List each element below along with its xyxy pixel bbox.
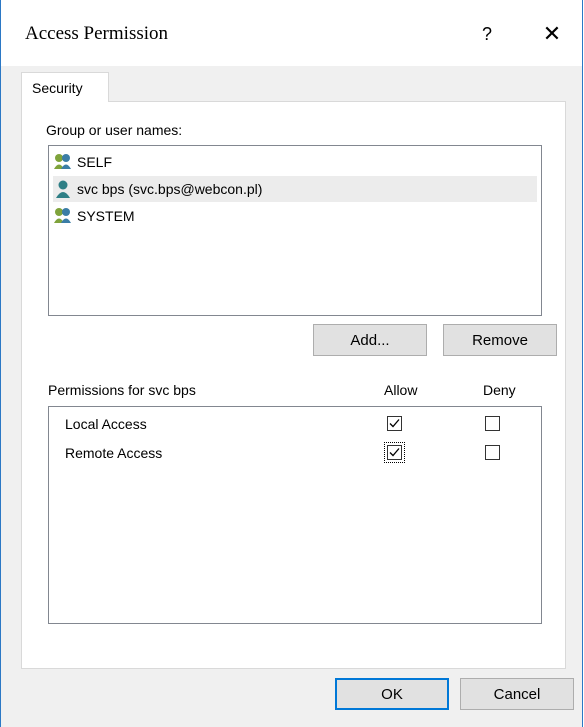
allow-column-header: Allow: [384, 382, 418, 398]
access-permission-dialog: Access Permission ? ✕ Security Group or …: [0, 0, 583, 727]
user-name: svc bps (svc.bps@webcon.pl): [77, 181, 263, 197]
allow-checkbox[interactable]: [387, 416, 402, 431]
user-listbox[interactable]: SELF svc bps (svc.bps@webcon.pl) SYSTEM: [48, 145, 542, 316]
permissions-label: Permissions for svc bps: [48, 382, 196, 398]
permission-row: Remote Access: [49, 442, 541, 466]
close-button[interactable]: ✕: [528, 14, 576, 54]
user-icon: [56, 180, 70, 198]
user-list-item[interactable]: svc bps (svc.bps@webcon.pl): [53, 176, 537, 202]
deny-checkbox[interactable]: [485, 445, 500, 460]
tab-security[interactable]: Security: [21, 72, 109, 102]
deny-column-header: Deny: [483, 382, 516, 398]
permission-name: Local Access: [65, 416, 147, 432]
group-icon: [54, 208, 71, 223]
deny-checkbox[interactable]: [485, 416, 500, 431]
security-tab-panel: Group or user names: SELF svc bps (svc.b…: [21, 101, 566, 669]
cancel-button[interactable]: Cancel: [460, 678, 574, 710]
window-title: Access Permission: [25, 23, 169, 44]
permission-row: Local Access: [49, 413, 541, 437]
permissions-listbox[interactable]: Local Access Remote Access: [48, 406, 542, 624]
user-name: SYSTEM: [77, 208, 135, 224]
user-name: SELF: [77, 154, 113, 170]
allow-checkbox[interactable]: [387, 445, 402, 460]
user-list-item[interactable]: SYSTEM: [53, 203, 537, 229]
help-button[interactable]: ?: [463, 14, 511, 54]
group-user-names-label: Group or user names:: [46, 122, 183, 138]
check-icon: [389, 419, 400, 428]
tab-security-label: Security: [32, 79, 83, 96]
group-icon: [54, 154, 71, 169]
remove-button[interactable]: Remove: [443, 324, 557, 356]
user-list-item[interactable]: SELF: [53, 149, 537, 175]
check-icon: [389, 448, 400, 457]
add-button[interactable]: Add...: [313, 324, 427, 356]
close-icon: ✕: [542, 21, 562, 46]
title-bar[interactable]: Access Permission ? ✕: [1, 0, 582, 66]
permission-name: Remote Access: [65, 445, 163, 461]
ok-button[interactable]: OK: [335, 678, 449, 710]
